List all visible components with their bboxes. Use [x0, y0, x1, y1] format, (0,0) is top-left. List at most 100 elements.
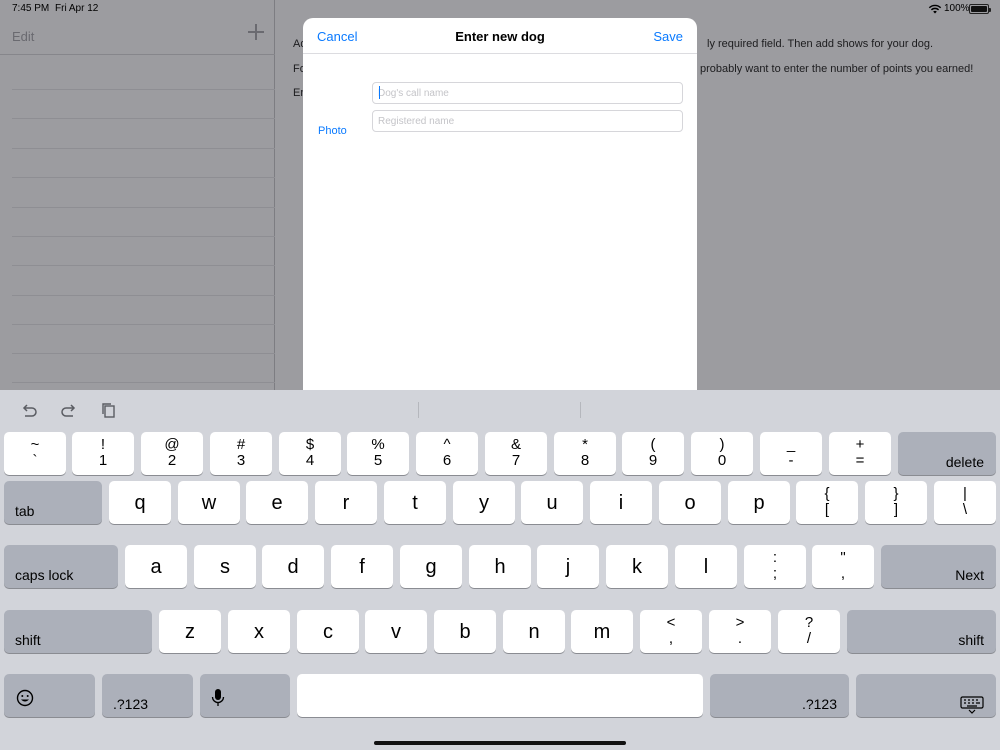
key-letter: b	[459, 621, 471, 643]
key-top-char: ~	[30, 436, 40, 453]
tab-key[interactable]: tab	[4, 481, 102, 524]
key-top-char: &	[510, 436, 521, 453]
numbers-key-right[interactable]: .?123	[710, 674, 849, 717]
redo-icon[interactable]	[60, 402, 78, 418]
key-n[interactable]: n	[503, 610, 565, 653]
key-g[interactable]: g	[400, 545, 462, 588]
key-v[interactable]: v	[365, 610, 427, 653]
call-name-field[interactable]	[372, 82, 683, 104]
shortcut-bar	[0, 390, 1000, 430]
key-o[interactable]: o	[659, 481, 721, 524]
key-0[interactable]: ) 0	[691, 432, 753, 475]
key-t[interactable]: t	[384, 481, 446, 524]
key-8[interactable]: * 8	[554, 432, 616, 475]
key-d[interactable]: d	[262, 545, 324, 588]
key-k[interactable]: k	[606, 545, 668, 588]
key-bottom-char: 9	[648, 452, 658, 469]
key-left-bracket[interactable]: {[	[796, 481, 858, 524]
key-quote[interactable]: ",	[812, 545, 874, 588]
key-p[interactable]: p	[728, 481, 790, 524]
modal-title: Enter new dog	[455, 29, 545, 44]
key-b[interactable]: b	[434, 610, 496, 653]
key-4[interactable]: $4	[279, 432, 341, 475]
dismiss-keyboard-key[interactable]	[856, 674, 996, 717]
space-bar[interactable]	[297, 674, 703, 717]
key-period[interactable]: >.	[709, 610, 771, 653]
key-letter: e	[271, 492, 283, 514]
key-q[interactable]: q	[109, 481, 171, 524]
paste-icon[interactable]	[100, 402, 118, 418]
key-f[interactable]: f	[331, 545, 393, 588]
key-letter: m	[593, 621, 611, 643]
list-row-divider	[12, 324, 275, 325]
list-row-divider	[12, 89, 275, 90]
key-s[interactable]: s	[194, 545, 256, 588]
key-top-char: *	[582, 436, 588, 453]
dictation-key[interactable]	[200, 674, 290, 717]
shortcut-separator	[418, 402, 419, 418]
registered-name-field[interactable]	[372, 110, 683, 132]
call-name-input[interactable]	[373, 83, 682, 104]
key-h[interactable]: h	[469, 545, 531, 588]
battery-fill	[971, 6, 987, 12]
key-7[interactable]: & 7	[485, 432, 547, 475]
key-backslash[interactable]: | \	[934, 481, 996, 524]
caps-lock-key[interactable]: caps lock	[4, 545, 118, 588]
key-j[interactable]: j	[537, 545, 599, 588]
key-l[interactable]: l	[675, 545, 737, 588]
key-6[interactable]: ^ 6	[416, 432, 478, 475]
key-2[interactable]: @2	[141, 432, 203, 475]
key-right-bracket[interactable]: }]	[865, 481, 927, 524]
modal-header: Cancel Enter new dog Save	[303, 18, 697, 54]
key-y[interactable]: y	[453, 481, 515, 524]
key-bottom-char: .	[737, 630, 743, 647]
key-letter: n	[528, 621, 540, 643]
key-3[interactable]: #3	[210, 432, 272, 475]
undo-icon[interactable]	[20, 402, 38, 418]
key-1[interactable]: ! 1	[72, 432, 134, 475]
detail-text-line1-end: ly required field. Then add shows for yo…	[707, 38, 934, 50]
delete-key[interactable]: delete	[898, 432, 996, 475]
key-m[interactable]: m	[571, 610, 633, 653]
key-c[interactable]: c	[297, 610, 359, 653]
list-row-divider	[12, 382, 275, 383]
key-u[interactable]: u	[521, 481, 583, 524]
photo-button[interactable]: Photo	[318, 125, 347, 137]
key-letter: s	[220, 556, 230, 578]
key-letter: y	[479, 492, 489, 514]
emoji-key[interactable]	[4, 674, 95, 717]
battery-icon	[969, 4, 991, 14]
key-bottom-char: 6	[442, 452, 452, 469]
key-backtick[interactable]: ~ `	[4, 432, 66, 475]
key-a[interactable]: a	[125, 545, 187, 588]
key-i[interactable]: i	[590, 481, 652, 524]
key-letter: p	[753, 492, 765, 514]
shift-key-left[interactable]: shift	[4, 610, 152, 653]
key-slash[interactable]: ? /	[778, 610, 840, 653]
numbers-key-left[interactable]: .?123	[102, 674, 193, 717]
key-9[interactable]: (9	[622, 432, 684, 475]
key-top-char: }	[893, 485, 899, 502]
new-dog-modal: Cancel Enter new dog Save Photo	[303, 18, 697, 390]
next-key[interactable]: Next	[881, 545, 996, 588]
key-e[interactable]: e	[246, 481, 308, 524]
key-z[interactable]: z	[159, 610, 221, 653]
key-w[interactable]: w	[178, 481, 240, 524]
list-row-divider	[12, 353, 275, 354]
key-comma[interactable]: <,	[640, 610, 702, 653]
key-minus[interactable]: _ -	[760, 432, 822, 475]
key-semicolon[interactable]: :;	[744, 545, 806, 588]
key-letter: f	[359, 556, 365, 578]
key-5[interactable]: % 5	[347, 432, 409, 475]
microphone-icon	[211, 689, 225, 706]
key-equals[interactable]: + =	[829, 432, 891, 475]
key-top-char: |	[963, 485, 967, 502]
save-button[interactable]: Save	[653, 29, 683, 44]
next-key-label: Next	[955, 567, 984, 583]
key-top-char: #	[236, 436, 246, 453]
key-top-char: "	[840, 549, 846, 566]
key-x[interactable]: x	[228, 610, 290, 653]
key-r[interactable]: r	[315, 481, 377, 524]
registered-name-input[interactable]	[373, 111, 682, 132]
shift-key-right[interactable]: shift	[847, 610, 996, 653]
